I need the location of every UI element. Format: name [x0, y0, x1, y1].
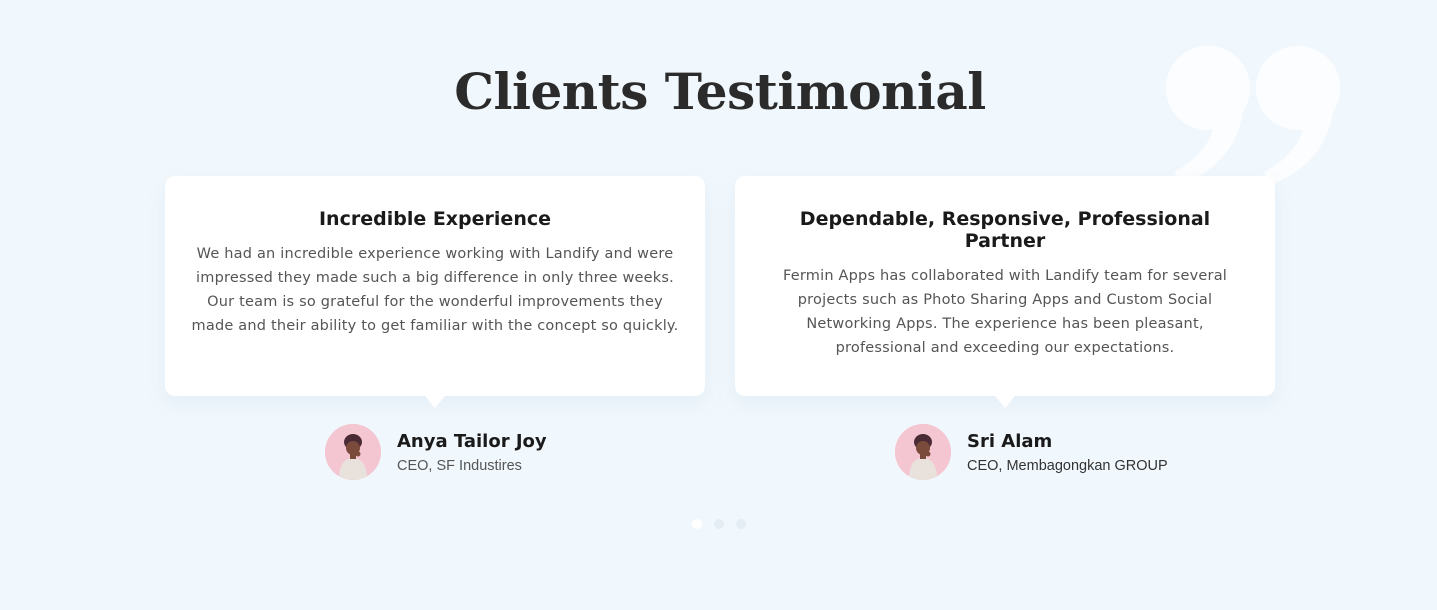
testimonial-item: Dependable, Responsive, Professional Par…: [735, 176, 1275, 480]
avatar: [895, 424, 951, 480]
carousel-dot[interactable]: [714, 519, 724, 529]
carousel-pagination: [692, 519, 746, 529]
testimonial-item: Incredible Experience We had an incredib…: [165, 176, 705, 480]
testimonial-author: Sri Alam CEO, Membagongkan GROUP: [895, 424, 1168, 480]
person-avatar-icon: [325, 424, 381, 480]
testimonial-title: Dependable, Responsive, Professional Par…: [799, 208, 1211, 252]
testimonial-author: Anya Tailor Joy CEO, SF Industires: [325, 424, 547, 480]
testimonial-card: Dependable, Responsive, Professional Par…: [735, 176, 1275, 408]
author-role: CEO, Membagongkan GROUP: [967, 457, 1168, 474]
author-name: Anya Tailor Joy: [397, 430, 547, 452]
section-title: Clients Testimonial: [454, 62, 986, 121]
carousel-dot[interactable]: [736, 519, 746, 529]
testimonial-text: We had an incredible experience working …: [191, 246, 679, 334]
person-avatar-icon: [895, 424, 951, 480]
author-name: Sri Alam: [967, 430, 1053, 452]
testimonial-card: Incredible Experience We had an incredib…: [165, 176, 705, 408]
author-role: CEO, SF Industires: [397, 457, 522, 474]
testimonial-text: Fermin Apps has collaborated with Landif…: [783, 268, 1228, 356]
avatar: [325, 424, 381, 480]
testimonial-title: Incredible Experience: [318, 208, 551, 230]
carousel-dot[interactable]: [692, 519, 702, 529]
